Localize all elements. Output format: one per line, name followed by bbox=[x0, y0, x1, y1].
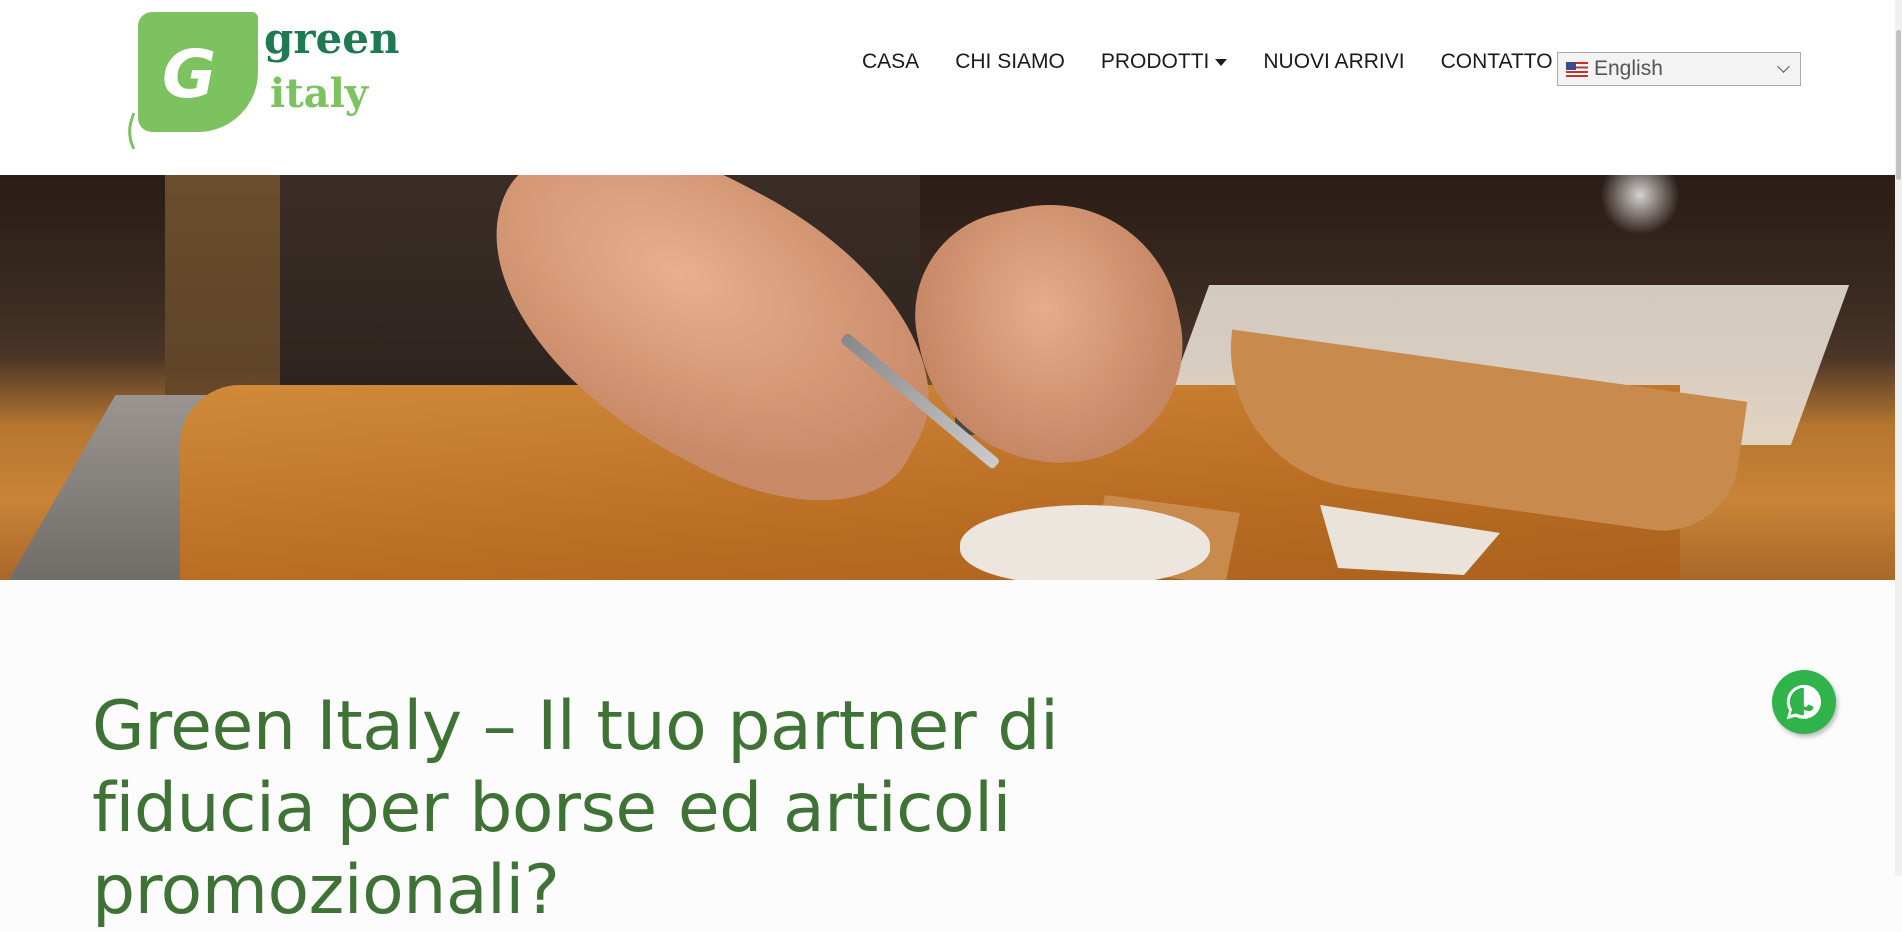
caret-down-icon bbox=[1215, 58, 1228, 66]
nav-nuovi-arrivi[interactable]: NUOVI ARRIVI bbox=[1263, 50, 1404, 74]
nav-label: CHI SIAMO bbox=[955, 50, 1065, 73]
nav-prodotti[interactable]: PRODOTTI bbox=[1101, 50, 1228, 74]
chevron-down-icon bbox=[1777, 60, 1790, 73]
logo[interactable]: G green italy bbox=[117, 8, 399, 171]
nav-contatto[interactable]: CONTATTO bbox=[1441, 50, 1553, 74]
site-header: G green italy CASA CHI SIAMO PRODOTTI NU… bbox=[0, 0, 1895, 175]
whatsapp-icon bbox=[1786, 684, 1822, 720]
language-label: English bbox=[1594, 57, 1663, 80]
nav-casa[interactable]: CASA bbox=[862, 50, 919, 74]
logo-letter: G bbox=[162, 36, 217, 113]
whatsapp-button[interactable] bbox=[1772, 670, 1836, 734]
hero-pattern bbox=[960, 505, 1210, 580]
logo-word-italy: italy bbox=[270, 70, 369, 117]
us-flag-icon bbox=[1566, 61, 1588, 77]
hero-image bbox=[0, 175, 1895, 580]
nav-label: NUOVI ARRIVI bbox=[1263, 50, 1405, 73]
scrollbar-thumb[interactable] bbox=[1896, 30, 1901, 180]
page-headline: Green Italy – Il tuo partner di fiducia … bbox=[92, 687, 1059, 930]
main-nav: CASA CHI SIAMO PRODOTTI NUOVI ARRIVI CON… bbox=[862, 50, 1571, 74]
nav-label: CONTATTO bbox=[1440, 50, 1553, 73]
hero-light bbox=[1600, 175, 1680, 235]
nav-chi-siamo[interactable]: CHI SIAMO bbox=[955, 50, 1065, 74]
logo-word-green: green bbox=[264, 14, 400, 63]
nav-label: CASA bbox=[862, 50, 920, 73]
nav-label: PRODOTTI bbox=[1100, 50, 1210, 73]
language-select[interactable]: English bbox=[1557, 52, 1801, 86]
